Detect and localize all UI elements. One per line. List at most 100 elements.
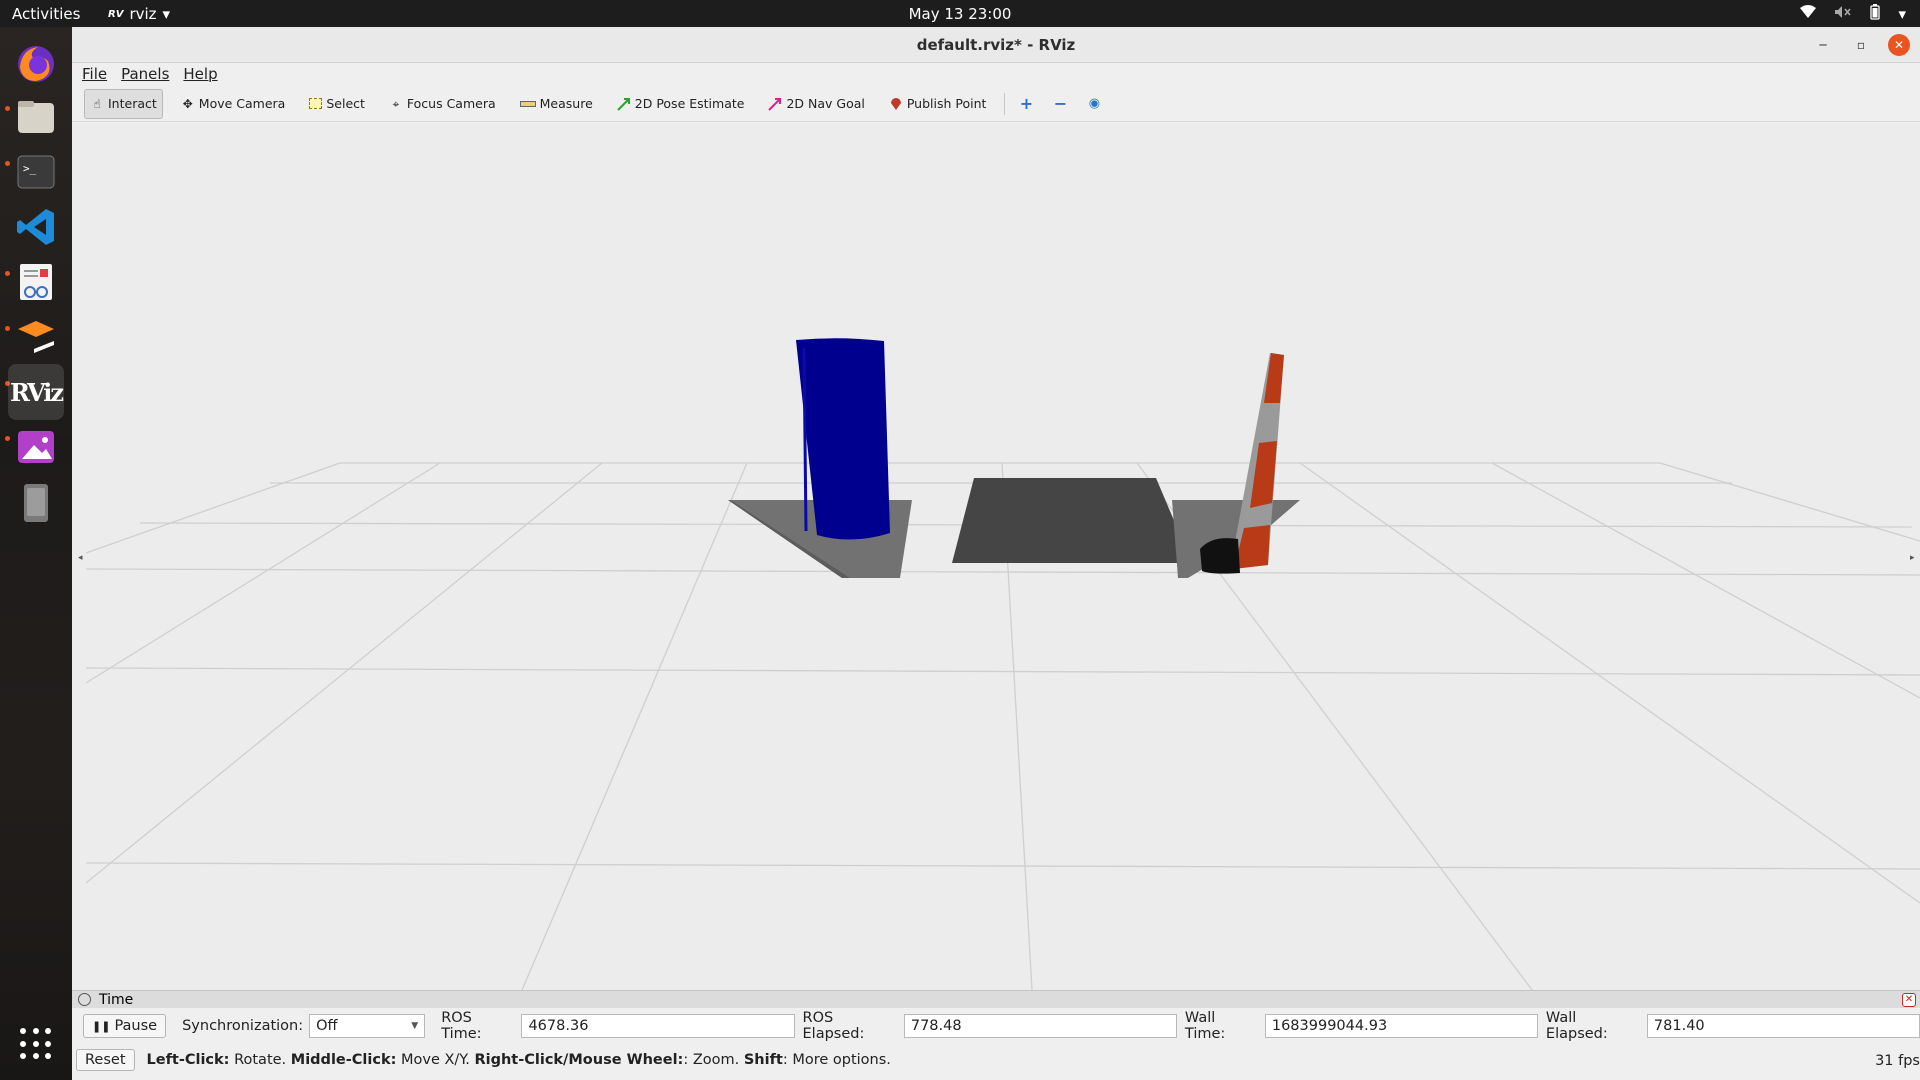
time-panel: ❚❚ Pause Synchronization: Off ▼ ROS Time… [72, 1009, 1920, 1043]
time-panel-title: Time [99, 991, 134, 1008]
fps-counter: 31 fps [1875, 1053, 1920, 1069]
nav-goal-tool-button[interactable]: 2D Nav Goal [762, 89, 870, 119]
clock-icon [78, 993, 91, 1006]
wall-time-field[interactable]: 1683999044.93 [1264, 1014, 1538, 1038]
move-camera-label: Move Camera [198, 96, 286, 111]
remove-tool-button[interactable]: − [1047, 91, 1073, 117]
eye-icon: ◉ [1088, 96, 1101, 111]
pose-estimate-label: 2D Pose Estimate [634, 96, 745, 111]
system-tray[interactable]: ▾ [1800, 4, 1906, 24]
firefox-icon[interactable] [8, 35, 64, 91]
menu-file[interactable]: File [82, 65, 107, 83]
dock: >_ RViz [0, 27, 72, 1080]
hand-icon: ☝ [93, 96, 101, 111]
measure-tool-button[interactable]: Measure [514, 89, 599, 119]
hint-right-click-action: : Zoom. [683, 1052, 744, 1068]
battery-icon [1870, 4, 1881, 24]
rviz-window: default.rviz* - RViz ─ ▫ ✕ File Panels H… [72, 27, 1920, 1080]
hint-middle-click: Middle-Click: [290, 1052, 397, 1068]
volume-muted-icon [1834, 5, 1852, 23]
svg-text:>_: >_ [23, 162, 37, 175]
pause-button[interactable]: ❚❚ Pause [83, 1014, 167, 1038]
move-icon: ✥ [182, 96, 193, 111]
focus-camera-tool-button[interactable]: ⌖ Focus Camera [383, 89, 502, 119]
ros-time-label: ROS Time: [441, 1010, 482, 1042]
scene-3d: ◂ ▸ [78, 338, 1920, 990]
wifi-icon [1800, 5, 1817, 23]
window-title: default.rviz* - RViz [916, 36, 1076, 54]
rviz-icon[interactable]: RViz [8, 364, 64, 420]
view-options-button[interactable]: ◉ [1081, 91, 1107, 117]
minus-icon: − [1053, 94, 1068, 113]
files-icon[interactable] [8, 89, 64, 145]
interact-tool-button[interactable]: ☝ Interact [84, 88, 163, 119]
hint-right-click: Right-Click/Mouse Wheel: [474, 1052, 684, 1068]
hint-shift: Shift [743, 1052, 783, 1068]
left-arrow-icon[interactable]: ◂ [78, 553, 83, 563]
move-camera-tool-button[interactable]: ✥ Move Camera [175, 89, 292, 119]
removable-drive-icon[interactable] [8, 474, 64, 530]
measure-label: Measure [539, 96, 593, 111]
terminal-icon[interactable]: >_ [8, 144, 64, 200]
pause-icon: ❚❚ [92, 1019, 111, 1033]
select-box-icon [309, 98, 323, 109]
menu-help[interactable]: Help [183, 65, 217, 83]
interact-label: Interact [108, 96, 157, 111]
sync-value: Off [316, 1018, 338, 1034]
ros-elapsed-value: 778.48 [910, 1018, 962, 1034]
hint-left-click: Left-Click: [146, 1052, 230, 1068]
wall-elapsed-value: 781.40 [1653, 1018, 1705, 1034]
sync-dropdown[interactable]: Off ▼ [309, 1014, 426, 1038]
status-hint: Left-Click: Rotate. Middle-Click: Move X… [147, 1052, 891, 1068]
close-panel-button[interactable]: ✕ [1902, 993, 1916, 1007]
window-controls: ─ ▫ ✕ [1812, 34, 1910, 56]
wall-time-value: 1683999044.93 [1271, 1018, 1388, 1034]
toolbar-separator [1004, 92, 1006, 115]
wall-elapsed-label: Wall Elapsed: [1545, 1010, 1608, 1042]
image-viewer-icon[interactable] [8, 419, 64, 475]
wall-elapsed-field[interactable]: 781.40 [1646, 1014, 1920, 1038]
nav-goal-label: 2D Nav Goal [786, 96, 865, 111]
hint-shift-action: : More options. [782, 1052, 891, 1068]
window-titlebar[interactable]: default.rviz* - RViz ─ ▫ ✕ [72, 27, 1920, 63]
maximize-button[interactable]: ▫ [1850, 34, 1872, 56]
publish-point-label: Publish Point [906, 96, 987, 111]
ros-time-field[interactable]: 4678.36 [521, 1014, 795, 1038]
render-viewport[interactable]: ◂ ▸ [72, 123, 1920, 990]
tool-toolbar: ☝ Interact ✥ Move Camera Select ⌖ Focus … [72, 86, 1920, 122]
sublime-icon[interactable] [8, 309, 64, 365]
reset-button[interactable]: Reset [76, 1049, 135, 1071]
sync-label: Synchronization: [182, 1018, 304, 1034]
chevron-down-icon: ▾ [1898, 5, 1906, 23]
ros-time-value: 4678.36 [528, 1018, 589, 1034]
right-arrow-icon[interactable]: ▸ [1910, 553, 1915, 563]
menu-bar: File Panels Help [72, 63, 1920, 85]
clock[interactable]: May 13 23:00 [0, 5, 1920, 23]
time-panel-header: Time ✕ [72, 990, 1920, 1008]
close-button[interactable]: ✕ [1888, 34, 1910, 56]
menu-panels[interactable]: Panels [121, 65, 169, 83]
crosshair-icon: ⌖ [392, 96, 400, 111]
plus-icon: + [1019, 94, 1034, 113]
wall-time-label: Wall Time: [1184, 1010, 1226, 1042]
pink-arrow-icon [768, 97, 782, 111]
focus-camera-label: Focus Camera [406, 96, 496, 111]
ruler-icon [519, 100, 536, 107]
pause-label: Pause [114, 1018, 158, 1034]
minimize-button[interactable]: ─ [1812, 34, 1834, 56]
green-arrow-icon [617, 97, 631, 111]
ros-elapsed-label: ROS Elapsed: [802, 1010, 865, 1042]
ros-elapsed-field[interactable]: 778.48 [903, 1014, 1177, 1038]
document-viewer-icon[interactable] [8, 254, 64, 310]
system-top-bar: Activities RV rviz ▾ May 13 23:00 ▾ [0, 0, 1920, 27]
vscode-icon[interactable] [8, 199, 64, 255]
dark-block [952, 478, 1192, 563]
hint-middle-click-action: Move X/Y. [396, 1052, 475, 1068]
add-tool-button[interactable]: + [1013, 91, 1039, 117]
pose-estimate-tool-button[interactable]: 2D Pose Estimate [611, 89, 751, 119]
select-tool-button[interactable]: Select [303, 89, 371, 119]
status-bar: Reset Left-Click: Rotate. Middle-Click: … [72, 1045, 1920, 1075]
show-applications-icon[interactable] [20, 1028, 52, 1060]
reset-label: Reset [85, 1052, 126, 1068]
publish-point-tool-button[interactable]: Publish Point [883, 89, 993, 119]
